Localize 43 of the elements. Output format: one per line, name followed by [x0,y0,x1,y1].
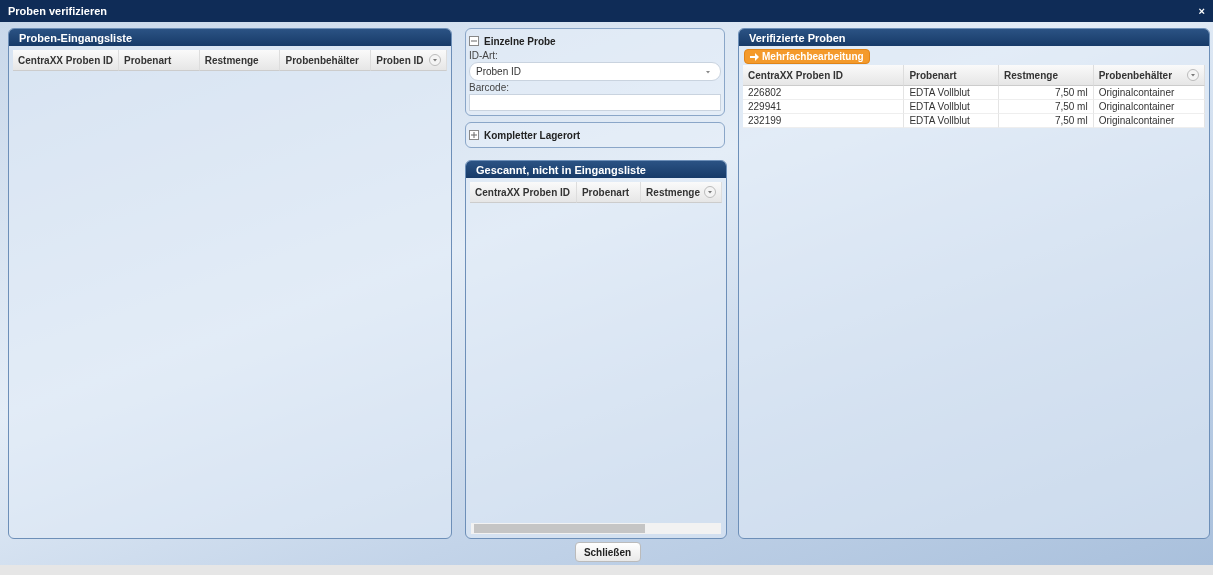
field-label: ID-Art: [469,50,499,61]
section-header[interactable]: Einzelne Probe [469,33,721,49]
column-menu-icon[interactable] [704,186,716,198]
table-cell: Originalcontainer [1093,86,1205,100]
table-cell: 229941 [743,100,905,114]
table-cell: 226802 [743,86,905,100]
close-dialog-button[interactable]: Schließen [574,542,641,562]
field-label: Barcode: [469,82,511,93]
table-cell: 232199 [743,114,905,128]
column-header[interactable]: CentraXX Proben ID [13,50,120,71]
table-cell: EDTA Vollblut [904,114,1000,128]
column-header[interactable]: Probenart [576,182,642,203]
section-header[interactable]: Kompletter Lagerort [469,127,721,143]
table-cell: EDTA Vollblut [904,86,1000,100]
column-header[interactable]: Probenart [904,65,1000,86]
table-cell: Originalcontainer [1093,114,1205,128]
panel-title: Gescannt, nicht in Eingangsliste [466,161,726,178]
window-title: Proben verifizieren [8,5,108,17]
column-header[interactable]: CentraXX Proben ID [743,65,905,86]
column-header[interactable]: Proben ID [371,50,447,71]
horizontal-scrollbar[interactable] [471,523,721,534]
column-header[interactable]: Probenart [119,50,200,71]
column-menu-icon[interactable] [429,54,441,66]
column-header[interactable]: Restmenge [641,182,722,203]
table-cell: Originalcontainer [1093,100,1205,114]
table-cell: 7,50 ml [999,86,1094,100]
column-header[interactable]: Probenbehälter [1093,65,1205,86]
table-cell: 7,50 ml [999,114,1094,128]
expand-icon[interactable] [469,130,479,140]
column-header[interactable]: Restmenge [199,50,281,71]
table-cell: 7,50 ml [999,100,1094,114]
panel-title: Proben-Eingangsliste [9,29,451,46]
column-header[interactable]: CentraXX Proben ID [470,182,577,203]
table-cell: EDTA Vollblut [904,100,1000,114]
input-field[interactable] [469,94,721,111]
panel-title: Verifizierte Proben [739,29,1209,46]
column-header[interactable]: Probenbehälter [280,50,372,71]
collapse-icon[interactable] [469,36,479,46]
select-field[interactable]: Proben ID [469,62,721,81]
column-menu-icon[interactable] [1187,69,1199,81]
arrow-right-icon [750,52,759,61]
close-button[interactable]: × [1198,5,1205,17]
column-header[interactable]: Restmenge [999,65,1094,86]
